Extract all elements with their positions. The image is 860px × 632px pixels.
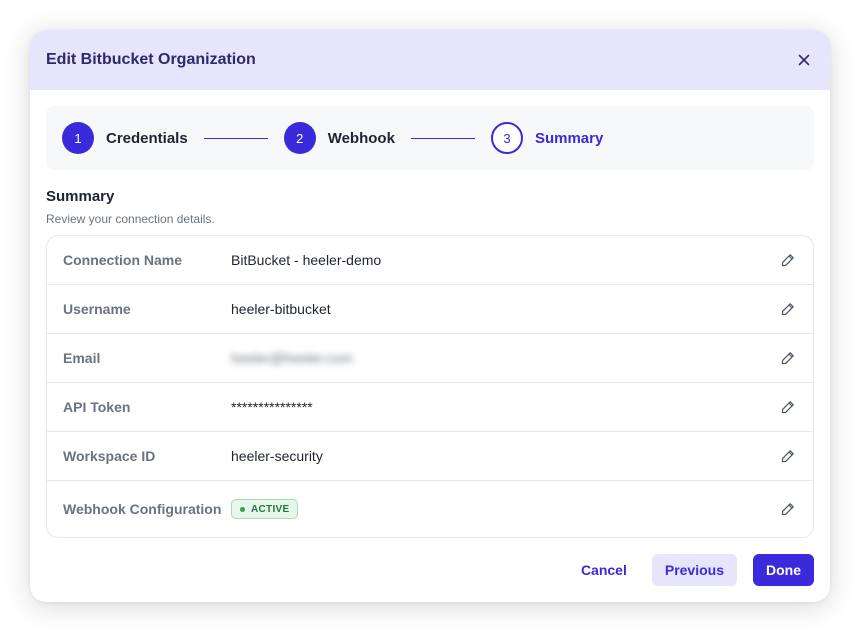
dot-icon bbox=[240, 506, 245, 512]
modal-header: Edit Bitbucket Organization bbox=[30, 30, 830, 90]
step-label: Summary bbox=[534, 129, 604, 147]
row-value: heeler-bitbucket bbox=[231, 301, 331, 317]
edit-api-token-button[interactable] bbox=[779, 398, 797, 416]
step-label: Webhook bbox=[327, 129, 395, 147]
pencil-icon bbox=[781, 401, 794, 414]
edit-organization-modal: Edit Bitbucket Organization 1 Credential… bbox=[30, 30, 830, 602]
cancel-button[interactable]: Cancel bbox=[568, 554, 640, 586]
edit-connection-name-button[interactable] bbox=[779, 251, 797, 269]
row-value: heeler@heeler.com bbox=[231, 350, 353, 366]
pencil-icon bbox=[781, 503, 794, 516]
section-subtitle: Review your connection details. bbox=[46, 212, 215, 226]
row-label: API Token bbox=[63, 399, 131, 415]
edit-email-button[interactable] bbox=[779, 349, 797, 367]
step-credentials[interactable]: 1 Credentials bbox=[62, 122, 188, 154]
edit-username-button[interactable] bbox=[779, 300, 797, 318]
close-icon bbox=[798, 54, 810, 66]
step-number: 1 bbox=[62, 122, 94, 154]
pencil-icon bbox=[781, 254, 794, 267]
row-value: BitBucket - heeler-demo bbox=[231, 252, 382, 268]
pencil-icon bbox=[781, 450, 794, 463]
pencil-icon bbox=[781, 303, 794, 316]
row-label: Username bbox=[63, 301, 131, 317]
row-label: Connection Name bbox=[63, 252, 183, 268]
table-row: Workspace ID heeler-security bbox=[47, 432, 813, 481]
edit-webhook-configuration-button[interactable] bbox=[779, 500, 797, 518]
row-label: Workspace ID bbox=[63, 448, 156, 464]
edit-workspace-id-button[interactable] bbox=[779, 447, 797, 465]
row-value: heeler-security bbox=[231, 448, 323, 464]
section-title: Summary bbox=[46, 188, 115, 205]
table-row: Username heeler-bitbucket bbox=[47, 285, 813, 334]
table-row: Webhook Configuration ACTIVE bbox=[47, 481, 813, 537]
step-connector bbox=[410, 137, 475, 139]
step-label: Credentials bbox=[106, 129, 188, 147]
modal-title: Edit Bitbucket Organization bbox=[46, 51, 256, 68]
summary-table: Connection Name BitBucket - heeler-demo … bbox=[46, 235, 814, 538]
row-value: *************** bbox=[231, 399, 313, 415]
stepper: 1 Credentials 2 Webhook 3 Summary bbox=[46, 106, 814, 170]
step-connector bbox=[203, 137, 268, 139]
step-webhook[interactable]: 2 Webhook bbox=[283, 122, 395, 154]
step-number: 3 bbox=[490, 122, 523, 154]
row-value: ACTIVE bbox=[231, 499, 813, 520]
table-row: Connection Name BitBucket - heeler-demo bbox=[47, 236, 813, 285]
step-summary[interactable]: 3 Summary bbox=[490, 122, 604, 154]
previous-button[interactable]: Previous bbox=[651, 554, 737, 586]
row-label: Email bbox=[63, 350, 101, 366]
step-number: 2 bbox=[283, 122, 316, 154]
pencil-icon bbox=[781, 352, 794, 365]
table-row: API Token *************** bbox=[47, 383, 813, 432]
status-badge-label: ACTIVE bbox=[251, 503, 290, 515]
table-row: Email heeler@heeler.com bbox=[47, 334, 813, 383]
row-label: Webhook Configuration bbox=[63, 501, 222, 517]
status-badge: ACTIVE bbox=[231, 499, 299, 520]
close-button[interactable] bbox=[792, 48, 816, 72]
modal-footer: Cancel Previous Done bbox=[568, 554, 814, 586]
done-button[interactable]: Done bbox=[753, 554, 814, 586]
